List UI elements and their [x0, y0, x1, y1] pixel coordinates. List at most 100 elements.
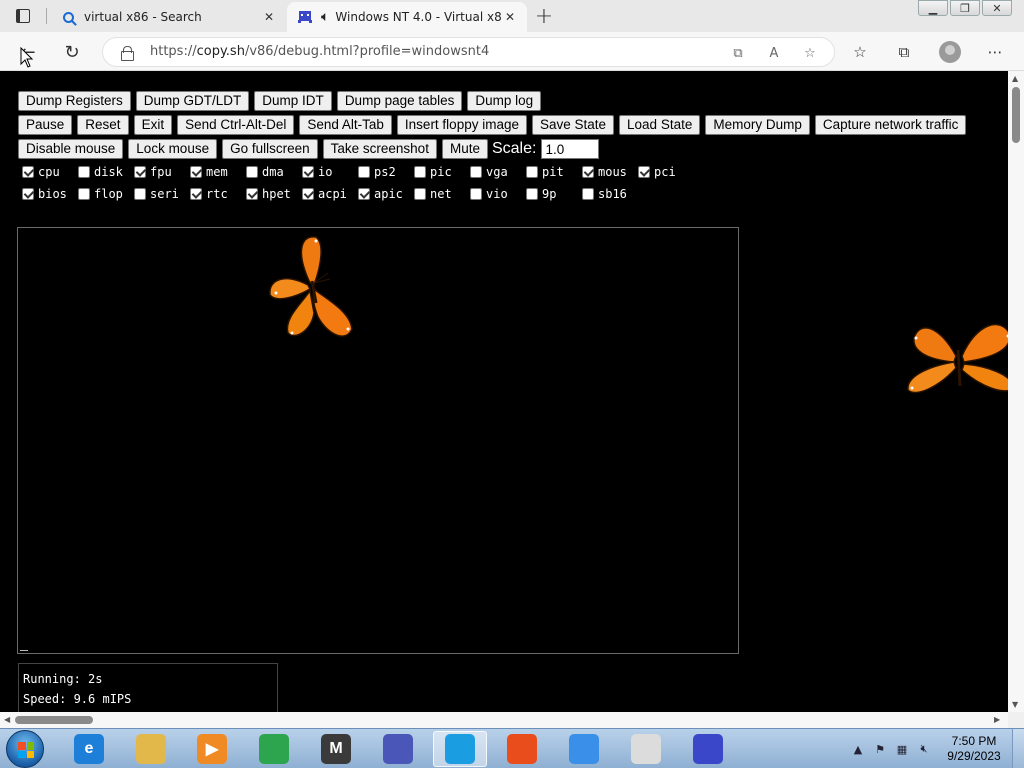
address-bar[interactable]: https://copy.sh/v86/debug.html?profile=w…	[102, 37, 835, 67]
lock-icon[interactable]	[121, 46, 134, 61]
log-flag-fpu[interactable]: fpu	[134, 164, 190, 180]
checkbox[interactable]	[302, 166, 314, 178]
network-icon[interactable]: ▦	[894, 741, 910, 757]
log-flag-io[interactable]: io	[302, 164, 358, 180]
more-options-icon[interactable]: ⋯	[985, 42, 1005, 62]
scroll-up-icon[interactable]: ▲	[1012, 74, 1018, 83]
log-flag-cpu[interactable]: cpu	[22, 164, 78, 180]
tab-actions-icon[interactable]	[10, 7, 36, 25]
lock-mouse-button[interactable]: Lock mouse	[128, 139, 218, 159]
load-state-button[interactable]: Load State	[619, 115, 701, 135]
show-hidden-icons-icon[interactable]: ▲	[850, 741, 866, 757]
checkbox[interactable]	[22, 188, 34, 200]
log-flag-disk[interactable]: disk	[78, 164, 134, 180]
refresh-icon[interactable]: ↻	[58, 38, 86, 66]
log-flag-mous[interactable]: mous	[582, 164, 638, 180]
taskbar-app-finder[interactable]	[557, 731, 611, 767]
taskbar-app-media-player[interactable]: ▶	[185, 731, 239, 767]
log-flag-net[interactable]: net	[414, 186, 470, 202]
favorites-icon[interactable]: ☆	[850, 42, 870, 62]
volume-muted-icon[interactable]: 🔇︎	[916, 741, 932, 757]
vertical-scroll-thumb[interactable]	[1012, 87, 1020, 143]
checkbox[interactable]	[582, 188, 594, 200]
start-button[interactable]	[6, 730, 44, 768]
checkbox[interactable]	[526, 166, 538, 178]
horizontal-scrollbar[interactable]: ◀ ▶	[0, 712, 1008, 728]
disable-mouse-button[interactable]: Disable mouse	[18, 139, 124, 159]
log-flag-acpi[interactable]: acpi	[302, 186, 358, 202]
checkbox[interactable]	[246, 188, 258, 200]
log-flag-ps2[interactable]: ps2	[358, 164, 414, 180]
dump-registers-button[interactable]: Dump Registers	[18, 91, 131, 111]
taskbar-app-internet-explorer[interactable]: e	[62, 731, 116, 767]
collections-icon[interactable]: ⧉	[894, 42, 914, 62]
add-favorite-icon[interactable]: ☆	[801, 44, 819, 62]
log-flag-hpet[interactable]: hpet	[246, 186, 302, 202]
checkbox[interactable]	[582, 166, 594, 178]
insert-floppy-image-button[interactable]: Insert floppy image	[396, 115, 527, 135]
taskbar-app-file-explorer[interactable]	[124, 731, 178, 767]
checkbox[interactable]	[22, 166, 34, 178]
log-flag-9p[interactable]: 9p	[526, 186, 582, 202]
checkbox[interactable]	[638, 166, 650, 178]
horizontal-scroll-thumb[interactable]	[15, 716, 93, 724]
close-icon[interactable]: ✕	[501, 8, 519, 26]
log-flag-vio[interactable]: vio	[470, 186, 526, 202]
checkbox[interactable]	[134, 166, 146, 178]
speaker-icon[interactable]: 🔈︎	[321, 9, 329, 25]
checkbox[interactable]	[526, 188, 538, 200]
log-flag-pic[interactable]: pic	[414, 164, 470, 180]
log-flag-pit[interactable]: pit	[526, 164, 582, 180]
show-desktop-button[interactable]	[1012, 729, 1024, 768]
taskbar-app-m-app[interactable]: M	[309, 731, 363, 767]
taskbar-app-edge[interactable]	[433, 731, 487, 767]
close-icon[interactable]: ✕	[260, 8, 278, 26]
log-flag-vga[interactable]: vga	[470, 164, 526, 180]
dump-idt-button[interactable]: Dump IDT	[254, 91, 332, 111]
restore-button[interactable]: ❐	[950, 0, 980, 16]
log-flag-mem[interactable]: mem	[190, 164, 246, 180]
clock[interactable]: 7:50 PM 9/29/2023	[940, 734, 1008, 764]
read-aloud-icon[interactable]: A	[765, 44, 783, 62]
action-center-icon[interactable]: ⚑	[872, 741, 888, 757]
tab-windows-nt[interactable]: 🔈︎ Windows NT 4.0 - Virtual x86 ✕	[287, 2, 527, 32]
tab-search[interactable]: virtual x86 - Search ✕	[50, 2, 286, 32]
send-alt-tab-button[interactable]: Send Alt-Tab	[299, 115, 392, 135]
dump-page-tables-button[interactable]: Dump page tables	[336, 91, 463, 111]
dump-log-button[interactable]: Dump log	[467, 91, 542, 111]
taskbar-app-windows-app[interactable]	[495, 731, 549, 767]
log-flag-seri[interactable]: seri	[134, 186, 190, 202]
checkbox[interactable]	[78, 166, 90, 178]
checkbox[interactable]	[78, 188, 90, 200]
checkbox[interactable]	[246, 166, 258, 178]
vertical-scrollbar[interactable]: ▲ ▼	[1008, 71, 1024, 712]
scroll-left-icon[interactable]: ◀	[4, 715, 10, 724]
checkbox[interactable]	[470, 166, 482, 178]
vm-screen[interactable]	[17, 227, 739, 654]
scale-input[interactable]	[541, 139, 600, 159]
checkbox[interactable]	[414, 188, 426, 200]
checkbox[interactable]	[358, 166, 370, 178]
url-text[interactable]: https://copy.sh/v86/debug.html?profile=w…	[150, 44, 489, 59]
log-flag-bios[interactable]: bios	[22, 186, 78, 202]
log-flag-pci[interactable]: pci	[638, 164, 694, 180]
send-ctrl-alt-del-button[interactable]: Send Ctrl-Alt-Del	[177, 115, 295, 135]
mute-button[interactable]: Mute	[441, 139, 488, 159]
checkbox[interactable]	[190, 166, 202, 178]
memory-dump-button[interactable]: Memory Dump	[705, 115, 810, 135]
checkbox[interactable]	[414, 166, 426, 178]
pause-button[interactable]: Pause	[18, 115, 73, 135]
profile-avatar-icon[interactable]	[939, 41, 961, 63]
exit-button[interactable]: Exit	[133, 115, 173, 135]
minimize-button[interactable]: ▁	[918, 0, 948, 16]
log-flag-flop[interactable]: flop	[78, 186, 134, 202]
save-state-button[interactable]: Save State	[531, 115, 615, 135]
capture-network-traffic-button[interactable]: Capture network traffic	[814, 115, 967, 135]
take-screenshot-button[interactable]: Take screenshot	[322, 139, 437, 159]
scroll-right-icon[interactable]: ▶	[994, 715, 1000, 724]
reset-button[interactable]: Reset	[77, 115, 129, 135]
dump-gdt-ldt-button[interactable]: Dump GDT/LDT	[135, 91, 250, 111]
go-fullscreen-button[interactable]: Go fullscreen	[222, 139, 318, 159]
log-flag-rtc[interactable]: rtc	[190, 186, 246, 202]
close-window-button[interactable]: ✕	[982, 0, 1012, 16]
